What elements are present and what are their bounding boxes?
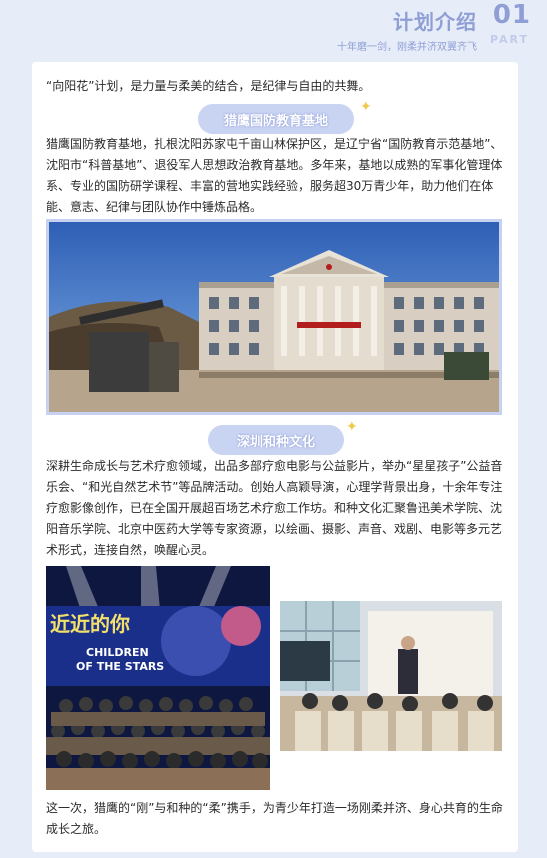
intro-text: “向阳花”计划，是力量与柔美的结合，是纪律与自由的共舞。 (46, 79, 371, 93)
stage-banner-cn: 近近的你 (50, 612, 130, 636)
sparkle-icon: ✦ (360, 99, 372, 115)
part-label: PART (489, 33, 529, 46)
base-building-photo (46, 219, 502, 415)
hezhong-description: 深耕生命成长与艺术疗愈领域，出品多部疗愈电影与公益影片，举办“星星孩子”公益音乐… (46, 459, 503, 557)
workshop-photo (280, 601, 502, 751)
section-subtitle: 十年磨一剑，刚柔并济双翼齐飞 (337, 42, 477, 53)
content-card: “向阳花”计划，是力量与柔美的结合，是纪律与自由的共舞。 猎鹰国防教育基地 ✦ … (32, 62, 518, 852)
section-title: 计划介绍 (393, 10, 477, 34)
section-heading-hezhong: 深圳和种文化 (208, 425, 344, 455)
closing-text: 这一次，猎鹰的“刚”与和种的“柔”携手，为青少年打造一场刚柔并济、身心共育的生命… (46, 801, 503, 836)
stage-group-photo: 近近的你 CHILDREN OF THE STARS (46, 566, 270, 790)
stage-group-image (46, 566, 270, 790)
falcon-description: 猎鹰国防教育基地，扎根沈阳苏家屯千亩山林保护区，是辽宁省“国防教育示范基地”、沈… (46, 137, 503, 214)
stage-banner-en1: CHILDREN (86, 646, 149, 659)
stage-banner-en2: OF THE STARS (76, 660, 165, 673)
sparkle-icon: ✦ (346, 419, 358, 435)
header: 计划介绍 十年磨一剑，刚柔并济双翼齐飞 01 PART (0, 0, 547, 56)
part-number: 01 (492, 0, 531, 30)
base-building-image (49, 222, 499, 412)
section-heading-falcon: 猎鹰国防教育基地 (198, 104, 354, 134)
workshop-image (280, 601, 502, 751)
